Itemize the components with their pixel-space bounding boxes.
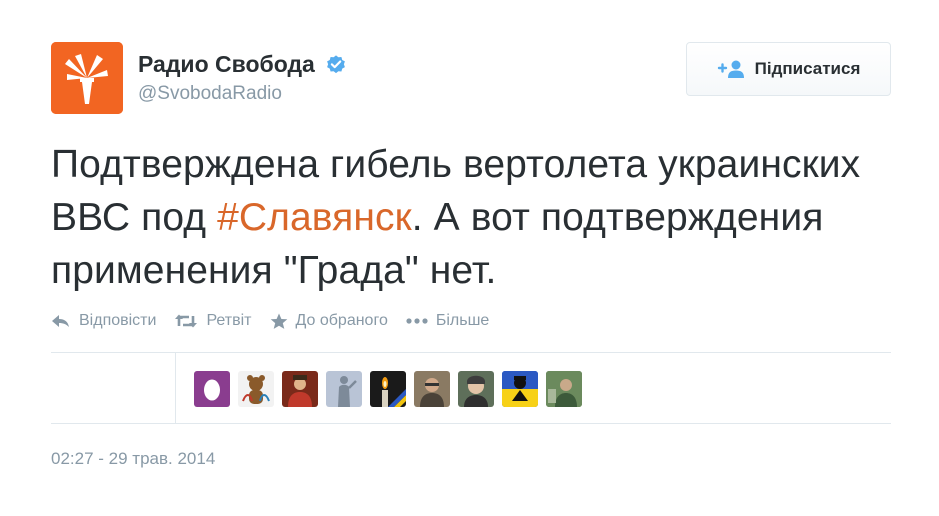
author-screen-name[interactable]: @SvobodaRadio <box>138 83 347 105</box>
retweet-button[interactable]: Ретвіт <box>174 312 252 330</box>
ukraine-flag-avatar-icon <box>502 371 538 407</box>
user-avatar-icon <box>420 378 444 407</box>
follow-button-label: Підписатися <box>754 59 861 78</box>
hashtag-link[interactable]: #Славянск <box>217 196 412 239</box>
author-name-block[interactable]: Радио Свобода @SvobodaRadio <box>138 51 347 105</box>
tweet-text: Подтверждена гибель вертолета украинских… <box>51 138 911 297</box>
favoriter-avatar[interactable] <box>502 371 538 407</box>
more-button[interactable]: Більше <box>406 312 489 330</box>
user-avatar-icon <box>288 375 312 407</box>
retweet-icon <box>175 314 198 328</box>
verified-badge-icon <box>327 54 346 73</box>
favoriter-avatar[interactable] <box>546 371 582 407</box>
divider <box>51 423 891 424</box>
favoriter-avatar[interactable] <box>238 371 274 407</box>
divider <box>51 352 891 353</box>
favoriter-avatar[interactable] <box>282 371 318 407</box>
candle-avatar-icon <box>382 377 406 407</box>
favoriter-avatar[interactable] <box>414 371 450 407</box>
favorite-label: До обраного <box>295 312 388 329</box>
more-icon <box>406 318 428 324</box>
favoriter-avatar[interactable] <box>458 371 494 407</box>
torch-logo-icon <box>51 42 123 114</box>
reply-icon <box>52 315 69 327</box>
statue-avatar-icon <box>338 376 357 407</box>
default-egg-avatar-icon <box>204 379 220 401</box>
author-display-name[interactable]: Радио Свобода <box>138 51 315 78</box>
author-avatar[interactable] <box>51 42 123 114</box>
favoriter-avatar[interactable] <box>326 371 362 407</box>
favoriter-avatar[interactable] <box>194 371 230 407</box>
tweet-actions: Відповісти Ретвіт До обраного Більше <box>51 312 507 330</box>
star-icon <box>270 313 287 329</box>
reply-button[interactable]: Відповісти <box>51 312 156 330</box>
favoriter-avatar[interactable] <box>370 371 406 407</box>
user-avatar-icon <box>464 375 488 407</box>
more-label: Більше <box>435 312 490 329</box>
tweet-timestamp[interactable]: 02:27 - 29 трав. 2014 <box>51 449 215 469</box>
retweet-label: Ретвіт <box>206 312 252 329</box>
follow-button[interactable]: Підписатися <box>686 42 891 96</box>
favoriters-list <box>194 371 582 407</box>
reply-label: Відповісти <box>79 312 157 329</box>
follow-user-icon <box>717 60 744 78</box>
divider <box>175 352 176 423</box>
user-avatar-icon <box>546 371 582 407</box>
olympic-bear-avatar-icon <box>242 375 270 404</box>
favorite-button[interactable]: До обраного <box>270 312 388 330</box>
